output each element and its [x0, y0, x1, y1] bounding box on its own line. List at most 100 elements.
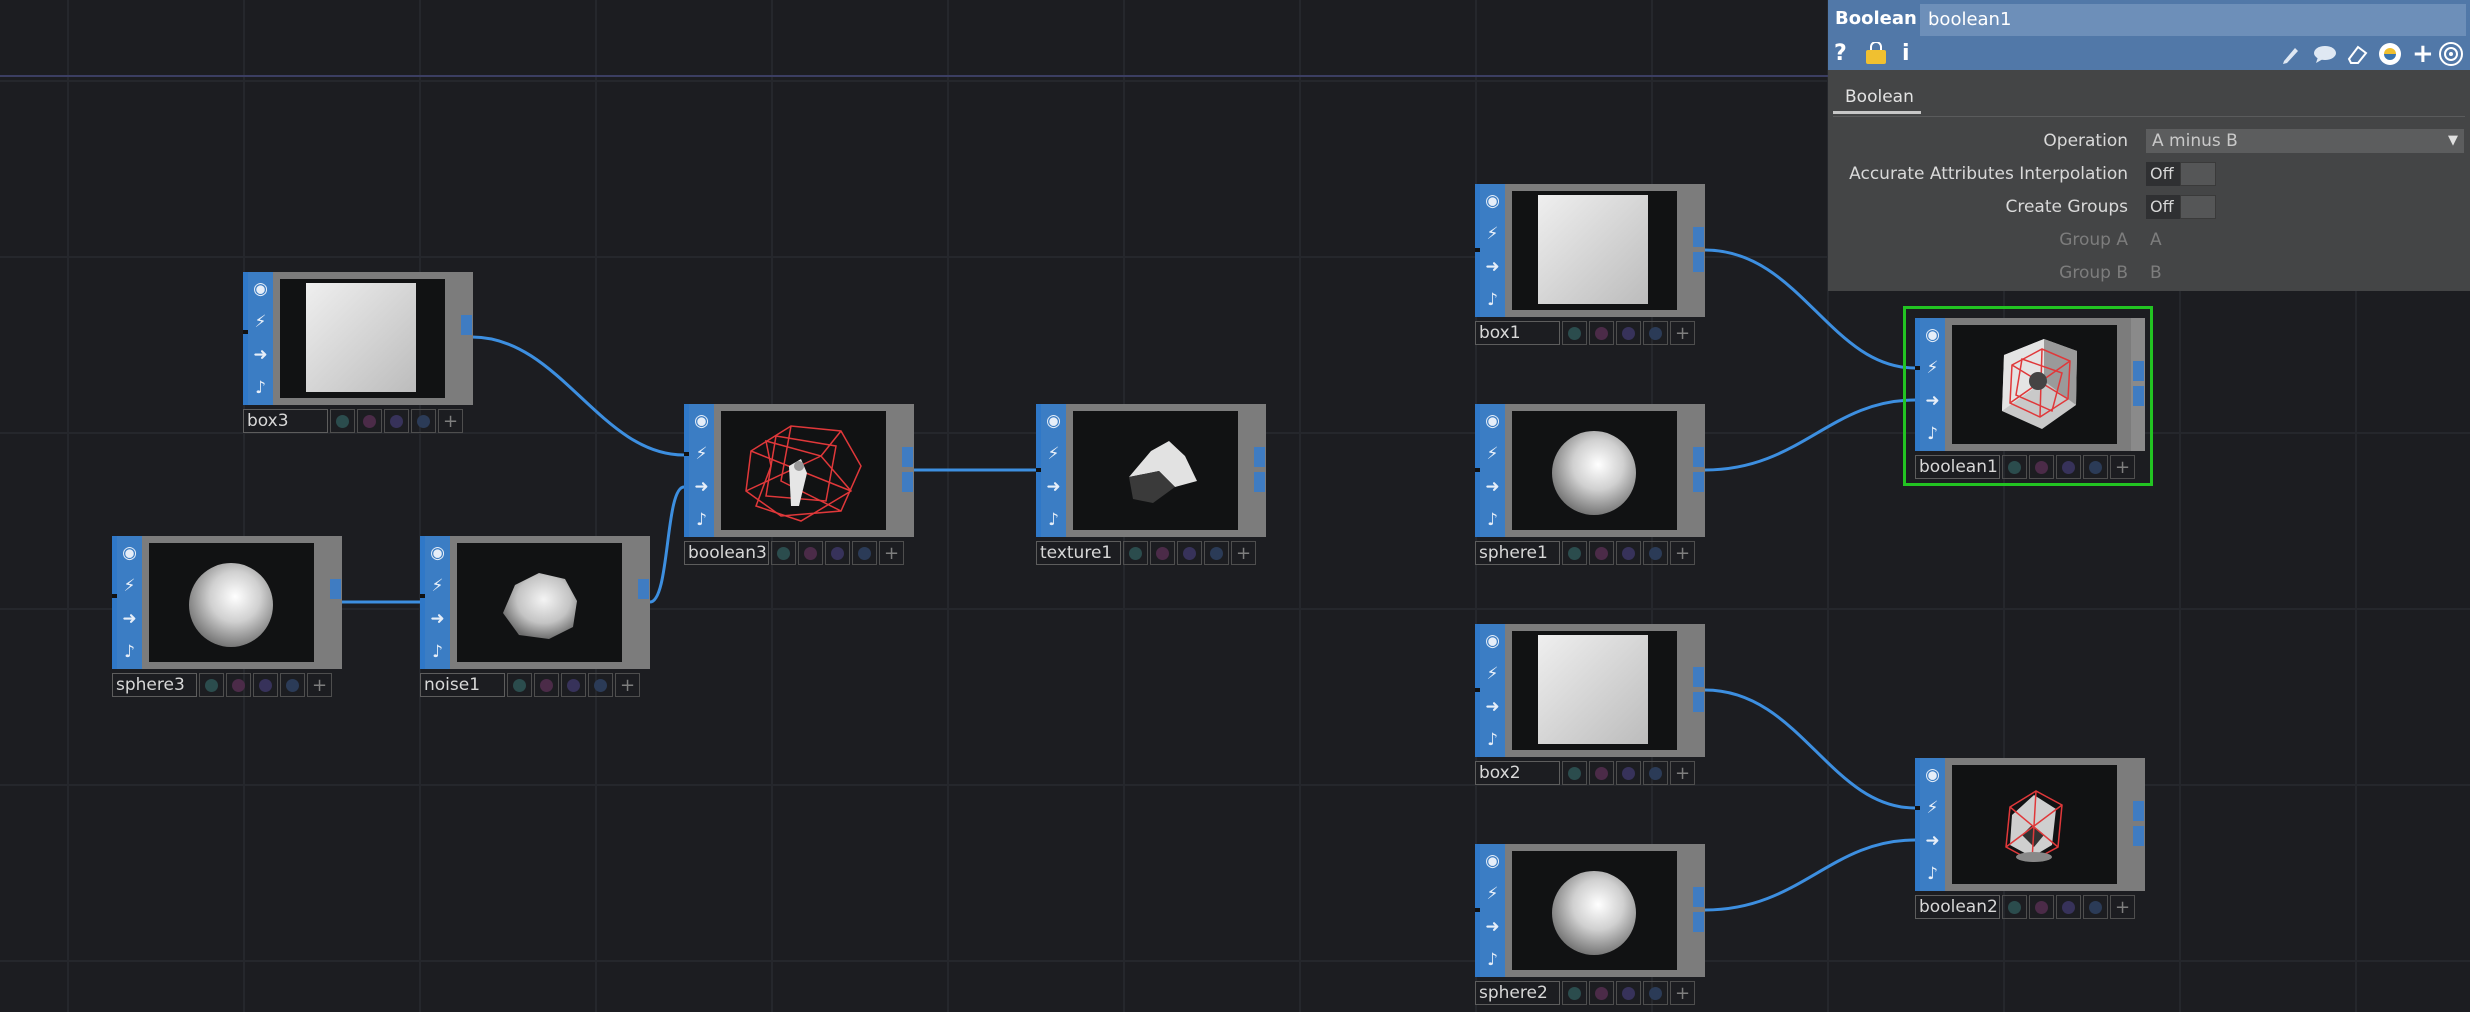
node-boolean3[interactable]: ◉ ⚡ ➜ ♪ boolean3 + [684, 404, 914, 565]
viewer-icon[interactable]: ◉ [425, 536, 450, 569]
node-viewer[interactable] [1512, 631, 1677, 750]
bypass-icon[interactable]: ⚡ [1920, 351, 1945, 384]
node-viewer[interactable] [721, 411, 886, 530]
viewer-icon[interactable]: ◉ [1480, 184, 1505, 217]
node-name[interactable]: noise1 [420, 673, 505, 697]
flag-render[interactable] [2029, 895, 2054, 919]
node-viewer[interactable] [457, 543, 622, 662]
flag-selectable[interactable] [1643, 761, 1668, 785]
cook-icon[interactable]: ♪ [1041, 503, 1066, 536]
lock-icon[interactable]: ➜ [1920, 384, 1945, 417]
cook-icon[interactable]: ♪ [117, 635, 142, 668]
viewer-icon[interactable]: ◉ [1480, 404, 1505, 437]
node-name[interactable]: boolean2 [1915, 895, 2000, 919]
node-name[interactable]: box2 [1475, 761, 1560, 785]
flag-plus[interactable]: + [1231, 541, 1256, 565]
node-viewer[interactable] [149, 543, 314, 662]
target-icon[interactable] [2438, 38, 2464, 70]
flag-plus[interactable]: + [2110, 455, 2135, 479]
flag-selectable[interactable] [1643, 321, 1668, 345]
lock-icon[interactable]: ➜ [1480, 470, 1505, 503]
op-name-field[interactable]: boolean1 [1920, 4, 2466, 36]
flag-plus[interactable]: + [307, 673, 332, 697]
node-name[interactable]: sphere1 [1475, 541, 1560, 565]
flag-display[interactable] [199, 673, 224, 697]
flag-selectable[interactable] [2083, 455, 2108, 479]
cook-icon[interactable]: ♪ [1480, 723, 1505, 756]
cook-icon[interactable]: ♪ [248, 371, 273, 404]
flag-render[interactable] [1589, 321, 1614, 345]
flag-template[interactable] [2056, 895, 2081, 919]
viewer-icon[interactable]: ◉ [248, 272, 273, 305]
flag-selectable[interactable] [280, 673, 305, 697]
node-sphere3[interactable]: ◉ ⚡ ➜ ♪ sphere3 + [112, 536, 342, 697]
flag-display[interactable] [330, 409, 355, 433]
flag-plus[interactable]: + [879, 541, 904, 565]
lock-icon[interactable]: ➜ [425, 602, 450, 635]
pencil-icon[interactable] [2280, 38, 2302, 70]
cook-icon[interactable]: ♪ [1480, 503, 1505, 536]
flag-plus[interactable]: + [2110, 895, 2135, 919]
node-box1[interactable]: ◉ ⚡ ➜ ♪ box1 + [1475, 184, 1705, 345]
node-viewer[interactable] [1512, 411, 1677, 530]
create-groups-toggle[interactable]: Off [2146, 195, 2216, 219]
node-noise1[interactable]: ◉ ⚡ ➜ ♪ noise1 + [420, 536, 650, 697]
node-name[interactable]: sphere2 [1475, 981, 1560, 1005]
flag-display[interactable] [1123, 541, 1148, 565]
bypass-icon[interactable]: ⚡ [1920, 791, 1945, 824]
node-sphere2[interactable]: ◉ ⚡ ➜ ♪ sphere2 + [1475, 844, 1705, 1005]
viewer-icon[interactable]: ◉ [1480, 844, 1505, 877]
add-icon[interactable]: + [2412, 38, 2434, 70]
node-box3[interactable]: ◉ ⚡ ➜ ♪ box3 + [243, 272, 473, 433]
flag-template[interactable] [253, 673, 278, 697]
node-viewer[interactable] [1512, 191, 1677, 310]
flag-selectable[interactable] [2083, 895, 2108, 919]
bypass-icon[interactable]: ⚡ [1480, 657, 1505, 690]
node-viewer[interactable] [1512, 851, 1677, 970]
cook-icon[interactable]: ♪ [1480, 943, 1505, 976]
flag-plus[interactable]: + [1670, 321, 1695, 345]
viewer-icon[interactable]: ◉ [689, 404, 714, 437]
viewer-icon[interactable]: ◉ [1041, 404, 1066, 437]
lock-icon[interactable]: ➜ [1920, 824, 1945, 857]
node-name[interactable]: sphere3 [112, 673, 197, 697]
group-a-value[interactable]: A [2150, 225, 2162, 255]
viewer-icon[interactable]: ◉ [1920, 758, 1945, 791]
node-viewer[interactable] [1073, 411, 1238, 530]
bypass-icon[interactable]: ⚡ [248, 305, 273, 338]
cook-icon[interactable]: ♪ [689, 503, 714, 536]
cook-icon[interactable]: ♪ [425, 635, 450, 668]
node-boolean2[interactable]: ◉ ⚡ ➜ ♪ boolean2 + [1915, 758, 2145, 919]
cook-icon[interactable]: ♪ [1920, 857, 1945, 890]
flag-render[interactable] [1589, 761, 1614, 785]
flag-render[interactable] [534, 673, 559, 697]
lock-icon[interactable]: ➜ [689, 470, 714, 503]
flag-render[interactable] [2029, 455, 2054, 479]
flag-template[interactable] [825, 541, 850, 565]
flag-selectable[interactable] [1204, 541, 1229, 565]
flag-render[interactable] [1589, 541, 1614, 565]
node-viewer[interactable] [280, 279, 445, 398]
flag-template[interactable] [561, 673, 586, 697]
node-sphere1[interactable]: ◉ ⚡ ➜ ♪ sphere1 + [1475, 404, 1705, 565]
lock-icon[interactable]: ➜ [1480, 250, 1505, 283]
lock-icon[interactable]: ➜ [1041, 470, 1066, 503]
flag-template[interactable] [2056, 455, 2081, 479]
comment-icon[interactable] [2312, 38, 2338, 70]
flag-template[interactable] [1177, 541, 1202, 565]
accurate-toggle[interactable]: Off [2146, 162, 2216, 186]
flag-plus[interactable]: + [1670, 761, 1695, 785]
cook-icon[interactable]: ♪ [1920, 417, 1945, 450]
eraser-icon[interactable] [2346, 38, 2370, 70]
tab-boolean[interactable]: Boolean [1833, 84, 1921, 114]
flag-selectable[interactable] [1643, 981, 1668, 1005]
flag-selectable[interactable] [588, 673, 613, 697]
toggle-box[interactable] [2180, 195, 2216, 219]
node-texture1[interactable]: ◉ ⚡ ➜ ♪ texture1 + [1036, 404, 1266, 565]
lock-icon[interactable]: ➜ [1480, 690, 1505, 723]
info-icon[interactable]: i [1902, 38, 1910, 70]
group-b-value[interactable]: B [2150, 258, 2162, 288]
bypass-icon[interactable]: ⚡ [1480, 217, 1505, 250]
flag-display[interactable] [507, 673, 532, 697]
node-name[interactable]: box3 [243, 409, 328, 433]
